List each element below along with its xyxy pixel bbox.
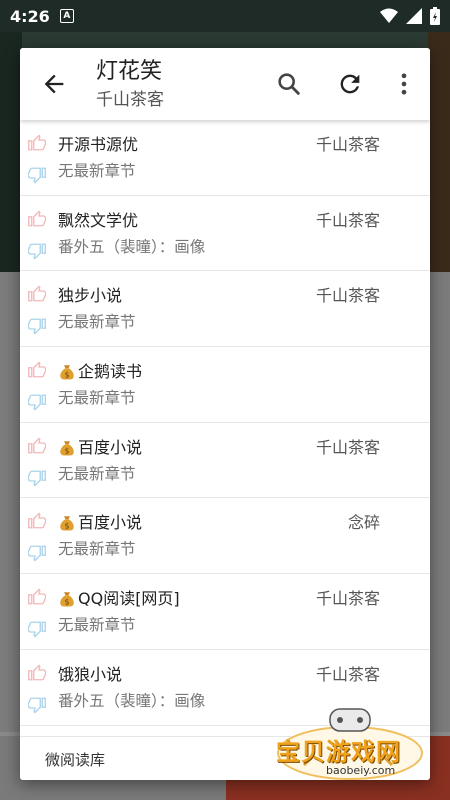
status-bar: 4:26 A — [0, 0, 450, 32]
thumb-down-icon[interactable] — [28, 317, 46, 335]
back-arrow-icon[interactable] — [40, 70, 68, 98]
dialog-toolbar: 灯花笑 千山茶客 — [20, 48, 430, 120]
source-name: 飘然文学优 — [58, 210, 139, 230]
thumb-up-icon[interactable] — [28, 664, 46, 682]
thumb-down-icon[interactable] — [28, 544, 46, 562]
footer-label[interactable]: 微阅读库 — [45, 749, 105, 770]
thumb-up-icon[interactable] — [28, 512, 46, 530]
thumb-up-icon[interactable] — [28, 437, 46, 455]
signal-icon — [406, 8, 422, 24]
source-author: 千山茶客 — [315, 664, 380, 684]
latest-chapter: 无最新章节 — [58, 389, 136, 408]
thumb-down-icon[interactable] — [28, 393, 46, 411]
source-list: 开源书源优 千山茶客 无最新章节 飘然文学优 千山茶客 番外五（裴曈）：画像 独… — [20, 120, 430, 736]
money-bag-icon: $ — [60, 516, 74, 531]
background-edge — [0, 0, 22, 272]
svg-text:$: $ — [65, 522, 70, 531]
book-author: 千山茶客 — [96, 90, 164, 110]
svg-text:$: $ — [65, 597, 70, 606]
source-author: 千山茶客 — [315, 210, 380, 230]
source-row[interactable]: $ 企鹅读书 无最新章节 — [20, 347, 430, 423]
money-bag-icon: $ — [60, 592, 74, 607]
latest-chapter: 番外五（裴曈）：画像 — [58, 691, 206, 710]
latest-chapter: 无最新章节 — [58, 616, 136, 635]
background-edge — [428, 0, 450, 272]
source-row[interactable]: 开源书源优 千山茶客 无最新章节 — [20, 120, 430, 196]
money-bag-icon: $ — [60, 441, 74, 456]
source-name: $ 百度小说 — [58, 437, 142, 459]
source-row[interactable]: 独步小说 千山茶客 无最新章节 — [20, 271, 430, 348]
thumb-up-icon[interactable] — [28, 210, 46, 228]
thumb-up-icon[interactable] — [28, 285, 46, 303]
money-bag-icon: $ — [60, 365, 74, 380]
thumb-down-icon[interactable] — [28, 166, 46, 184]
thumb-down-icon[interactable] — [28, 696, 46, 714]
source-name: $ 企鹅读书 — [58, 361, 142, 383]
battery-icon — [430, 7, 440, 25]
watermark-url: baobeiy.com — [326, 764, 396, 777]
source-row[interactable]: $ QQ阅读[网页] 千山茶客 无最新章节 — [20, 574, 430, 650]
latest-chapter: 无最新章节 — [58, 313, 136, 332]
latest-chapter: 无最新章节 — [58, 162, 136, 180]
search-icon[interactable] — [275, 70, 303, 98]
thumb-up-icon[interactable] — [28, 588, 46, 606]
watermark-title: 宝贝游戏网 — [276, 738, 401, 766]
source-name: $ QQ阅读[网页] — [58, 588, 180, 610]
change-source-dialog: 灯花笑 千山茶客 开源书源优 千山茶客 无最新章节 飘然文学优 千山茶客 番外五… — [20, 48, 430, 780]
source-name: 独步小说 — [58, 286, 123, 306]
book-title: 灯花笑 — [96, 59, 163, 84]
thumb-down-icon[interactable] — [28, 469, 46, 487]
latest-chapter: 无最新章节 — [58, 464, 136, 483]
source-author: 千山茶客 — [315, 135, 380, 154]
source-row[interactable]: $ 百度小说 千山茶客 无最新章节 — [20, 422, 430, 499]
source-author: 念碎 — [347, 513, 380, 533]
source-row[interactable]: 飘然文学优 千山茶客 番外五（裴曈）：画像 — [20, 195, 430, 272]
source-row[interactable]: $ 百度小说 念碎 无最新章节 — [20, 498, 430, 575]
source-name: 饿狼小说 — [58, 664, 123, 684]
thumb-up-icon[interactable] — [28, 134, 46, 152]
refresh-icon[interactable] — [336, 70, 364, 98]
thumb-up-icon[interactable] — [28, 361, 46, 379]
source-name: 开源书源优 — [58, 135, 139, 154]
wifi-icon — [380, 8, 398, 23]
notification-icon: A — [59, 9, 74, 23]
thumb-down-icon[interactable] — [28, 242, 46, 260]
source-name: $ 百度小说 — [58, 512, 142, 534]
status-time: 4:26 — [10, 6, 50, 26]
more-vert-icon[interactable] — [390, 70, 418, 98]
svg-text:$: $ — [65, 370, 70, 379]
thumb-down-icon[interactable] — [28, 620, 46, 638]
latest-chapter: 无最新章节 — [58, 540, 136, 559]
source-author: 千山茶客 — [315, 589, 380, 609]
source-author: 千山茶客 — [315, 437, 380, 457]
latest-chapter: 番外五（裴曈）：画像 — [58, 237, 206, 256]
source-author: 千山茶客 — [315, 286, 380, 306]
svg-text:$: $ — [65, 446, 70, 455]
